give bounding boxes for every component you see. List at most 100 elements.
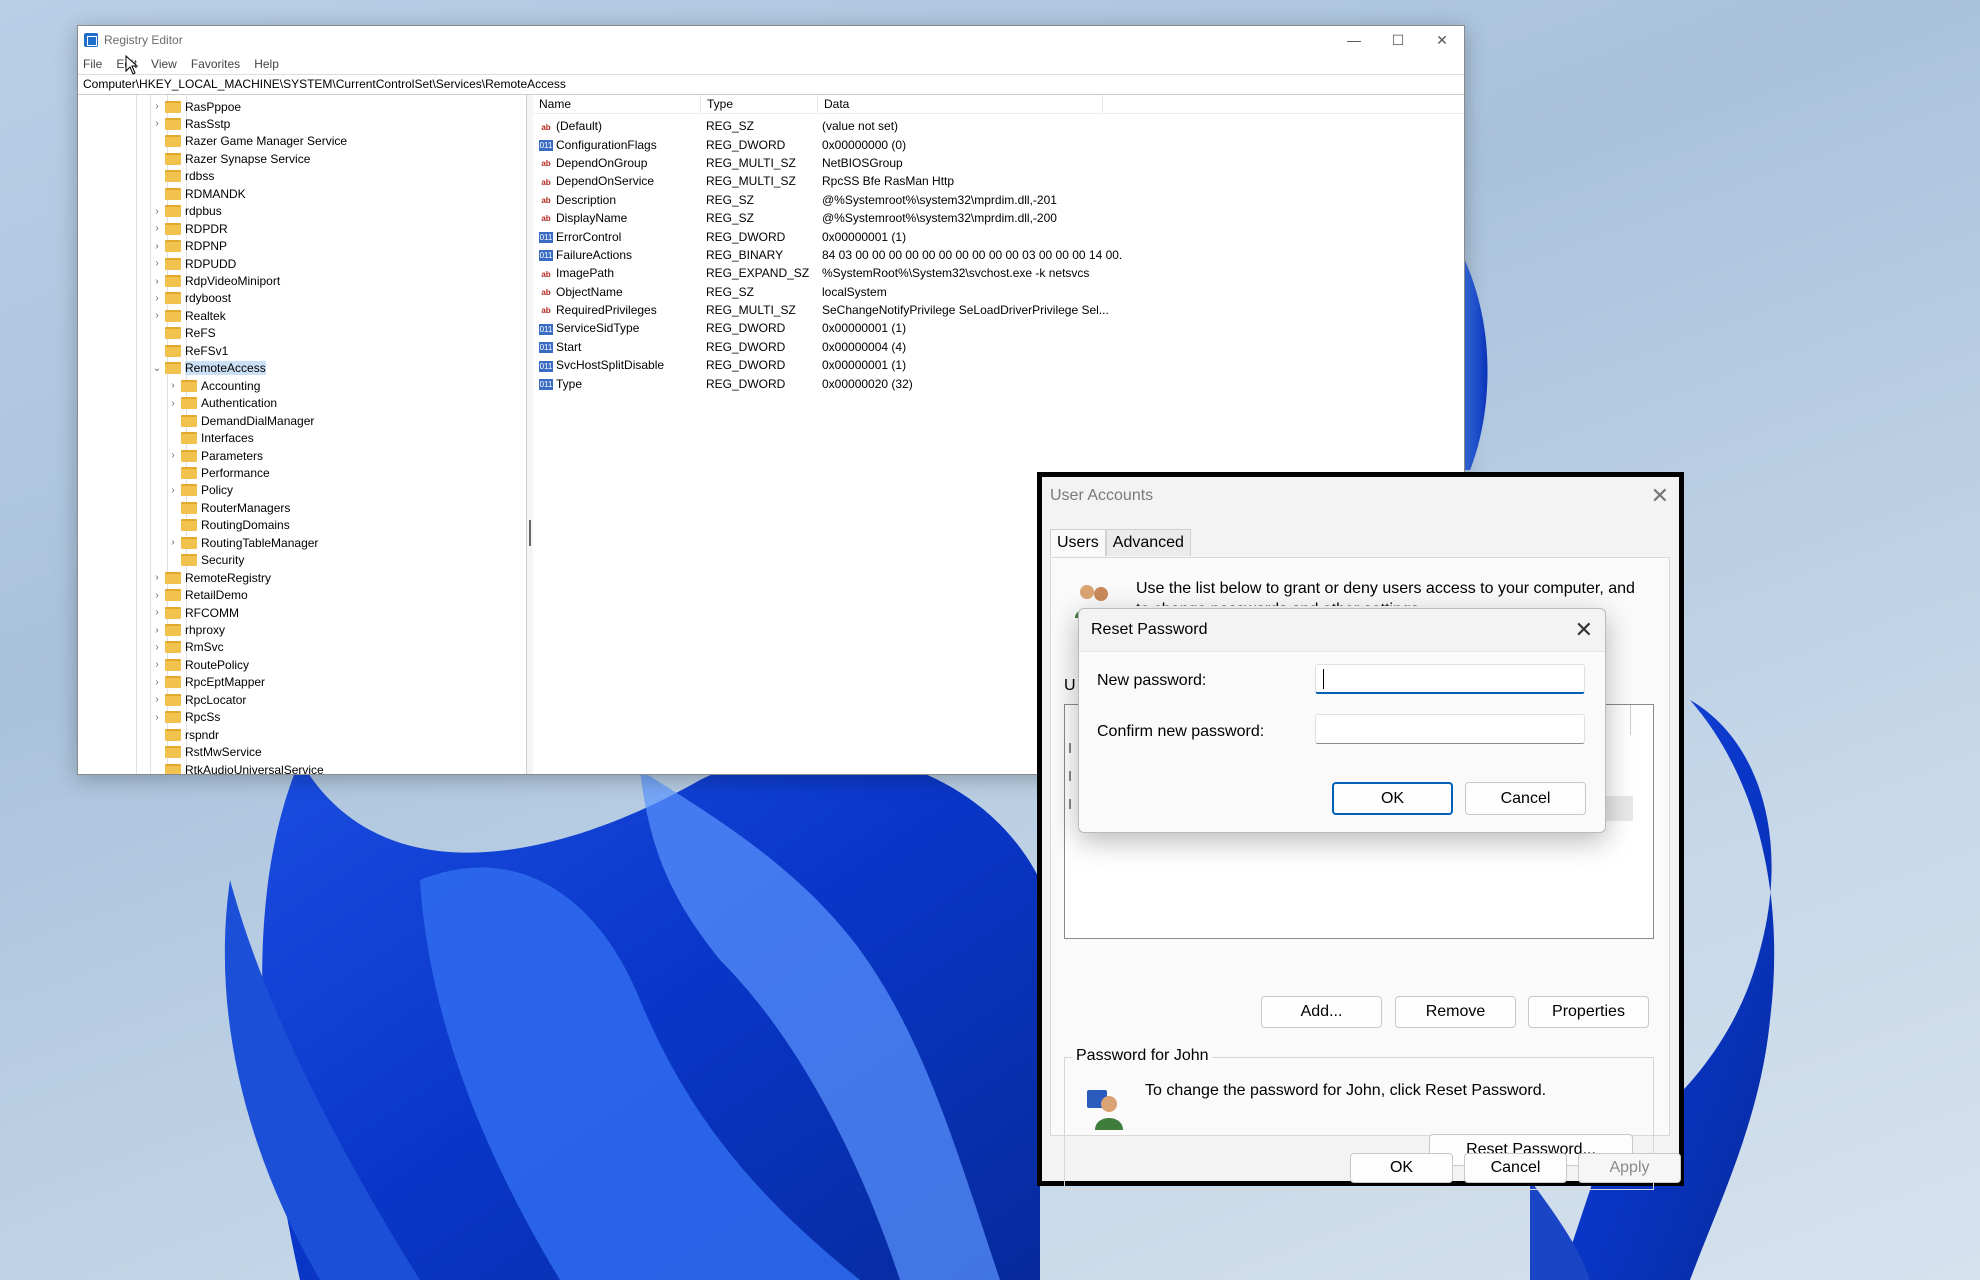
tree-item[interactable]: › RDPDR bbox=[151, 220, 227, 237]
tree-item[interactable]: › rhproxy bbox=[151, 622, 225, 639]
chevron-right-icon[interactable]: › bbox=[151, 276, 163, 287]
chevron-right-icon[interactable]: › bbox=[151, 642, 163, 653]
chevron-right-icon[interactable]: › bbox=[151, 659, 163, 670]
tree-item[interactable]: RoutingDomains bbox=[167, 517, 290, 534]
tree-item[interactable]: › RasPppoe bbox=[151, 98, 241, 115]
tree-item[interactable]: › Policy bbox=[167, 482, 233, 499]
tree-item[interactable]: › RoutePolicy bbox=[151, 656, 249, 673]
key-tree[interactable]: › RasPppoe › RasSstp Razer Game Manager Serv… bbox=[78, 95, 527, 774]
tree-item[interactable]: rdbss bbox=[151, 168, 214, 185]
tree-item[interactable]: › RpcLocator bbox=[151, 691, 246, 708]
list-scrollbar[interactable] bbox=[1630, 705, 1645, 735]
chevron-right-icon[interactable]: › bbox=[151, 258, 163, 269]
menu-help[interactable]: Help bbox=[254, 57, 279, 71]
chevron-right-icon[interactable]: › bbox=[151, 712, 163, 723]
tree-item[interactable]: rspndr bbox=[151, 726, 219, 743]
tree-item[interactable]: › RetailDemo bbox=[151, 587, 247, 604]
reset-password-titlebar[interactable]: Reset Password ✕ bbox=[1079, 609, 1605, 651]
tree-item[interactable]: RstMwService bbox=[151, 744, 262, 761]
tree-item[interactable]: ReFSv1 bbox=[151, 342, 228, 359]
remove-user-button[interactable]: Remove bbox=[1395, 996, 1516, 1028]
cancel-button[interactable]: Cancel bbox=[1465, 782, 1586, 815]
value-row[interactable]: 011 Start REG_DWORD 0x00000004 (4) bbox=[533, 338, 1464, 356]
tree-item[interactable]: Interfaces bbox=[167, 430, 254, 447]
ok-button[interactable]: OK bbox=[1332, 782, 1453, 815]
tree-item[interactable]: › RmSvc bbox=[151, 639, 223, 656]
chevron-right-icon[interactable]: › bbox=[151, 625, 163, 636]
address-bar[interactable]: Computer\HKEY_LOCAL_MACHINE\SYSTEM\Curre… bbox=[78, 74, 1464, 95]
value-row[interactable]: 011 ConfigurationFlags REG_DWORD 0x00000000… bbox=[533, 135, 1464, 153]
value-row[interactable]: ab RequiredPrivileges REG_MULTI_SZ SeChange… bbox=[533, 301, 1464, 319]
chevron-right-icon[interactable]: › bbox=[167, 380, 179, 391]
tab-advanced[interactable]: Advanced bbox=[1105, 529, 1191, 556]
tree-item[interactable]: › RemoteRegistry bbox=[151, 569, 271, 586]
user-accounts-titlebar[interactable]: User Accounts ✕ bbox=[1042, 477, 1679, 515]
chevron-right-icon[interactable]: › bbox=[167, 537, 179, 548]
tree-item[interactable]: › RpcEptMapper bbox=[151, 674, 265, 691]
close-icon[interactable]: ✕ bbox=[1575, 617, 1593, 643]
tree-item[interactable]: › RdpVideoMiniport bbox=[151, 273, 280, 290]
tree-item[interactable]: ReFS bbox=[151, 325, 216, 342]
value-row[interactable]: 011 SvcHostSplitDisable REG_DWORD 0x0000000… bbox=[533, 356, 1464, 374]
value-row[interactable]: ab (Default) REG_SZ (value not set) bbox=[533, 117, 1464, 135]
menu-file[interactable]: File bbox=[83, 57, 102, 71]
value-row[interactable]: 011 Type REG_DWORD 0x00000020 (32) bbox=[533, 374, 1464, 392]
chevron-right-icon[interactable]: › bbox=[151, 607, 163, 618]
tree-item[interactable]: RouterManagers bbox=[167, 499, 290, 516]
value-row[interactable]: ab DisplayName REG_SZ @%Systemroot%\system3… bbox=[533, 209, 1464, 227]
value-row[interactable]: 011 ServiceSidType REG_DWORD 0x00000001 (1) bbox=[533, 319, 1464, 337]
apply-button[interactable]: Apply bbox=[1578, 1153, 1681, 1183]
chevron-right-icon[interactable]: › bbox=[151, 118, 163, 129]
tree-item[interactable]: Razer Game Manager Service bbox=[151, 133, 347, 150]
chevron-right-icon[interactable]: › bbox=[151, 223, 163, 234]
value-row[interactable]: ab ImagePath REG_EXPAND_SZ %SystemRoot%\Sys… bbox=[533, 264, 1464, 282]
chevron-right-icon[interactable]: › bbox=[151, 677, 163, 688]
tree-item[interactable]: › RasSstp bbox=[151, 115, 230, 132]
registry-editor-titlebar[interactable]: Registry Editor — ☐ ✕ bbox=[78, 26, 1464, 54]
menu-favorites[interactable]: Favorites bbox=[191, 57, 240, 71]
tab-users[interactable]: Users bbox=[1050, 529, 1106, 556]
column-type[interactable]: Type bbox=[701, 95, 818, 113]
value-row[interactable]: ab ObjectName REG_SZ localSystem bbox=[533, 283, 1464, 301]
tree-item[interactable]: ⌄ RemoteAccess bbox=[151, 360, 266, 377]
value-row[interactable]: 011 ErrorControl REG_DWORD 0x00000001 (1) bbox=[533, 227, 1464, 245]
chevron-right-icon[interactable]: › bbox=[151, 310, 163, 321]
close-icon[interactable]: ✕ bbox=[1651, 483, 1669, 509]
chevron-right-icon[interactable]: › bbox=[167, 450, 179, 461]
value-row[interactable]: 011 FailureActions REG_BINARY 84 03 00 00 0… bbox=[533, 246, 1464, 264]
tree-item[interactable]: Security bbox=[167, 552, 244, 569]
value-row[interactable]: ab DependOnGroup REG_MULTI_SZ NetBIOSGroup bbox=[533, 154, 1464, 172]
tree-item[interactable]: › Accounting bbox=[167, 377, 260, 394]
chevron-right-icon[interactable]: › bbox=[151, 590, 163, 601]
tree-item[interactable]: › RoutingTableManager bbox=[167, 534, 318, 551]
cancel-button[interactable]: Cancel bbox=[1464, 1153, 1567, 1183]
properties-button[interactable]: Properties bbox=[1528, 996, 1649, 1028]
tree-item[interactable]: › RFCOMM bbox=[151, 604, 239, 621]
tree-item[interactable]: › RDPUDD bbox=[151, 255, 236, 272]
confirm-password-field[interactable] bbox=[1315, 714, 1585, 744]
tree-item[interactable]: › RDPNP bbox=[151, 238, 227, 255]
tree-item[interactable]: › Authentication bbox=[167, 395, 277, 412]
scrollbar-thumb[interactable] bbox=[529, 520, 531, 546]
chevron-right-icon[interactable]: › bbox=[151, 694, 163, 705]
chevron-right-icon[interactable]: › bbox=[167, 398, 179, 409]
tree-item[interactable]: RDMANDK bbox=[151, 185, 246, 202]
chevron-down-icon[interactable]: ⌄ bbox=[151, 363, 163, 374]
column-data[interactable]: Data bbox=[818, 95, 1103, 113]
maximize-button[interactable]: ☐ bbox=[1376, 26, 1420, 54]
minimize-button[interactable]: — bbox=[1332, 26, 1376, 54]
add-user-button[interactable]: Add... bbox=[1261, 996, 1382, 1028]
tree-item[interactable]: DemandDialManager bbox=[167, 412, 314, 429]
new-password-field[interactable] bbox=[1315, 664, 1585, 694]
tree-item[interactable]: › Realtek bbox=[151, 307, 225, 324]
chevron-right-icon[interactable]: › bbox=[151, 572, 163, 583]
tree-item[interactable]: › Parameters bbox=[167, 447, 263, 464]
chevron-right-icon[interactable]: › bbox=[167, 485, 179, 496]
tree-item[interactable]: › rdpbus bbox=[151, 203, 221, 220]
chevron-right-icon[interactable]: › bbox=[151, 206, 163, 217]
tree-item[interactable]: RtkAudioUniversalService bbox=[151, 761, 324, 774]
chevron-right-icon[interactable]: › bbox=[151, 293, 163, 304]
chevron-right-icon[interactable]: › bbox=[151, 101, 163, 112]
tree-item[interactable]: Razer Synapse Service bbox=[151, 150, 310, 167]
column-name[interactable]: Name bbox=[533, 95, 701, 113]
